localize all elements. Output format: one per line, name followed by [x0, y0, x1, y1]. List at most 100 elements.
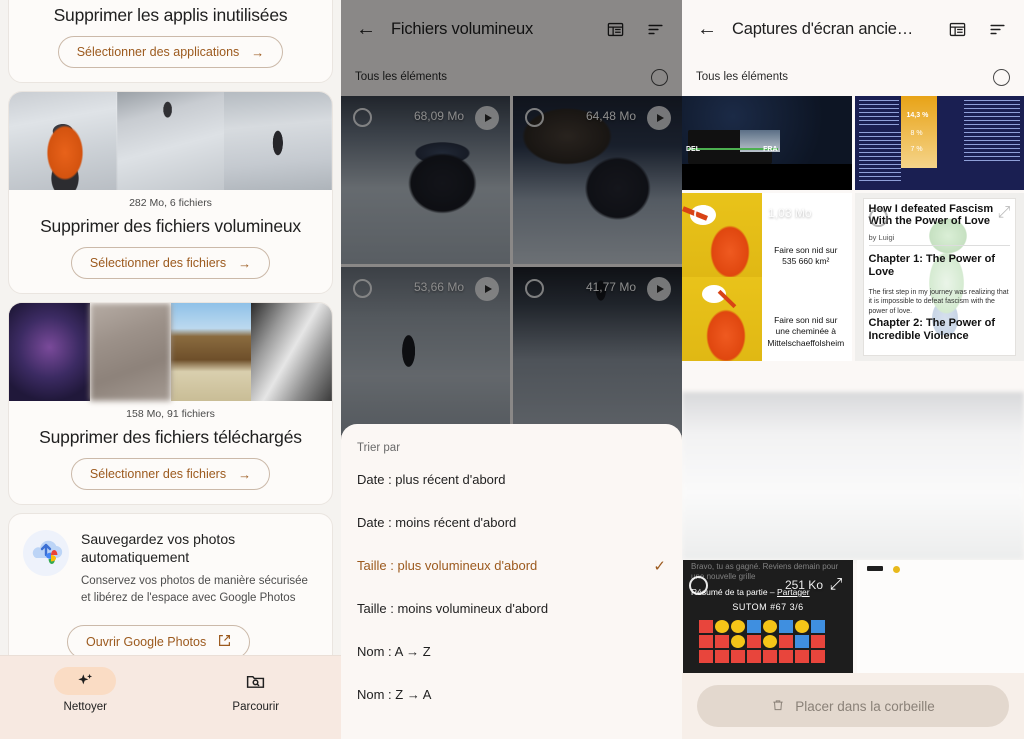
thumbnail-warcraft — [9, 303, 90, 401]
thumbnail-slope — [116, 92, 225, 190]
select-all-checkbox[interactable] — [993, 68, 1010, 86]
trash-action-bar: Placer dans la corbeille — [682, 673, 1024, 739]
screenshot-item-blank[interactable] — [857, 560, 1024, 673]
sutom-cell-red — [779, 650, 793, 663]
card-meta: 158 Mo, 91 fichiers — [126, 408, 215, 420]
screenshot-root: Supprimer les applis inutilisées Sélecti… — [0, 0, 1024, 739]
select-files-button-large[interactable]: Sélectionner des fichiers → — [70, 247, 271, 279]
list-view-icon[interactable] — [944, 20, 970, 39]
article-chapter-1: Chapter 1: The Power of Love — [868, 253, 996, 278]
card-google-photos-promo: Sauvegardez vos photos automatiquement C… — [8, 513, 333, 674]
card-title: Supprimer des fichiers téléchargés — [39, 427, 302, 447]
sutom-cell-yellow — [795, 620, 809, 633]
open-google-photos-button[interactable]: Ouvrir Google Photos — [67, 624, 251, 659]
sutom-cell-blue — [795, 635, 809, 648]
option-label: Taille : moins volumineux d'abord — [357, 601, 549, 616]
sort-icon[interactable] — [984, 20, 1010, 39]
sutom-cell-red — [811, 650, 825, 663]
panel-large-files: ← Fichiers volumineux Tous les éléments — [341, 0, 682, 739]
select-files-button-downloads[interactable]: Sélectionner des fichiers → — [70, 458, 271, 490]
select-all-row: Tous les éléments — [682, 58, 1024, 96]
sutom-cell-yellow — [715, 620, 729, 633]
meme-caption-2: Faire son nid sur une cheminée à Mittels… — [767, 315, 845, 348]
sutom-cell-blue — [747, 620, 761, 633]
arrow-right-icon: → — [251, 44, 265, 60]
expand-icon[interactable]: ⤢ — [995, 204, 1013, 222]
folder-search-icon — [225, 667, 287, 695]
screenshot-item-article[interactable]: How I defeated Fascism With the Power of… — [854, 193, 1024, 361]
option-label: Nom : A → Z — [357, 644, 431, 659]
article-title: How I defeated Fascism With the Power of… — [868, 203, 994, 228]
sort-option-size-smallest[interactable]: Taille : moins volumineux d'abord — [341, 587, 682, 630]
option-label: Nom : Z → A — [357, 687, 432, 702]
external-link-icon — [218, 634, 231, 650]
screenshot-item-sutom[interactable]: Bravo, tu as gagné. Reviens demain pour … — [683, 560, 853, 673]
sutom-congrats: Bravo, tu as gagné. Reviens demain pour … — [691, 562, 839, 581]
nav-item-clean[interactable]: Nettoyer — [0, 667, 171, 713]
nav-label: Parcourir — [232, 701, 280, 713]
sutom-cell-red — [747, 650, 761, 663]
sutom-cell-red — [795, 650, 809, 663]
promo-body: Conservez vos photos de manière sécurisé… — [81, 575, 308, 605]
card-unused-apps: Supprimer les applis inutilisées Sélecti… — [8, 0, 333, 83]
promo-heading: Sauvegardez vos photos automatiquement — [81, 531, 236, 566]
sort-option-date-newest[interactable]: Date : plus récent d'abord — [341, 458, 682, 501]
meme-caption-1: Faire son nid sur 535 660 km² — [774, 245, 838, 267]
sort-option-name-az[interactable]: Nom : A → Z — [341, 630, 682, 673]
item-checkbox[interactable] — [689, 576, 708, 595]
cleaner-card-list: Supprimer les applis inutilisées Sélecti… — [0, 0, 341, 739]
nav-item-browse[interactable]: Parcourir — [171, 667, 342, 713]
bottom-navigation: Nettoyer Parcourir — [0, 655, 341, 739]
button-label: Ouvrir Google Photos — [86, 634, 207, 649]
article-chapter-2: Chapter 2: The Power of Incredible Viole… — [868, 317, 996, 342]
screenshot-item-blurred[interactable] — [682, 392, 1024, 560]
sort-option-size-largest[interactable]: Taille : plus volumineux d'abord ✓ — [341, 544, 682, 587]
expand-icon[interactable]: ⤢ — [827, 576, 845, 594]
option-label: Date : moins récent d'abord — [357, 515, 517, 530]
item-checkbox[interactable] — [868, 208, 888, 227]
top-app-bar: ← Captures d'écran ancie… — [682, 0, 1024, 58]
screenshot-grid: DEL FRA 14,3 % 8 % 7 % 1,03 Mo ⤢ Faire s… — [682, 96, 1024, 361]
arrow-left-icon[interactable]: ← — [696, 18, 718, 41]
nav-label: Nettoyer — [63, 701, 107, 713]
sutom-cell-red — [699, 635, 713, 648]
check-icon: ✓ — [653, 557, 666, 575]
sutom-cell-red — [731, 650, 745, 663]
sutom-row — [699, 620, 825, 633]
sutom-cell-yellow — [763, 620, 777, 633]
article-byline: by Luigi — [868, 233, 895, 242]
sutom-cell-blue — [779, 620, 793, 633]
sutom-row — [699, 650, 825, 663]
sutom-cell-red — [699, 650, 713, 663]
page-title: Captures d'écran ancie… — [732, 19, 914, 38]
sutom-cell-yellow — [731, 620, 745, 633]
card-downloaded-files: 158 Mo, 91 fichiers Supprimer des fichie… — [8, 302, 333, 505]
sort-bottom-sheet: Trier par Date : plus récent d'abord Dat… — [341, 424, 682, 739]
card-title: Supprimer des fichiers volumineux — [40, 216, 301, 236]
option-label: Taille : plus volumineux d'abord — [357, 558, 538, 573]
panel-old-screenshots: ← Captures d'écran ancie… Tous les éléme… — [682, 0, 1024, 739]
item-checkbox[interactable] — [694, 205, 713, 224]
option-label: Date : plus récent d'abord — [357, 472, 506, 487]
thumbnail-building — [170, 303, 252, 401]
thumbnail-abstract — [251, 303, 332, 401]
google-photos-cloud-icon — [23, 530, 69, 576]
select-applications-button[interactable]: Sélectionner des applications → — [57, 36, 284, 68]
thumbnail-skier-orange — [9, 92, 117, 190]
sort-option-date-oldest[interactable]: Date : moins récent d'abord — [341, 501, 682, 544]
expand-icon[interactable]: ⤢ — [823, 204, 841, 222]
screenshot-item-infographic[interactable]: 14,3 % 8 % 7 % — [854, 96, 1024, 190]
item-size: 251 Ko — [784, 578, 823, 592]
sutom-cell-red — [779, 635, 793, 648]
screenshot-item-flight[interactable]: DEL FRA — [682, 96, 852, 190]
button-label: Sélectionner des applications — [76, 45, 240, 59]
card-title: Supprimer les applis inutilisées — [53, 5, 288, 25]
card-meta: 282 Mo, 6 fichiers — [129, 197, 212, 209]
button-label: Sélectionner des fichiers — [89, 467, 227, 481]
panel-cleaner-home: Supprimer les applis inutilisées Sélecti… — [0, 0, 341, 739]
move-to-trash-button[interactable]: Placer dans la corbeille — [697, 685, 1009, 727]
sutom-cell-yellow — [763, 635, 777, 648]
sort-option-name-za[interactable]: Nom : Z → A — [341, 673, 682, 716]
sheet-title: Trier par — [357, 442, 401, 454]
screenshot-item-stork[interactable]: 1,03 Mo ⤢ Faire son nid sur 535 660 km² … — [682, 193, 852, 361]
